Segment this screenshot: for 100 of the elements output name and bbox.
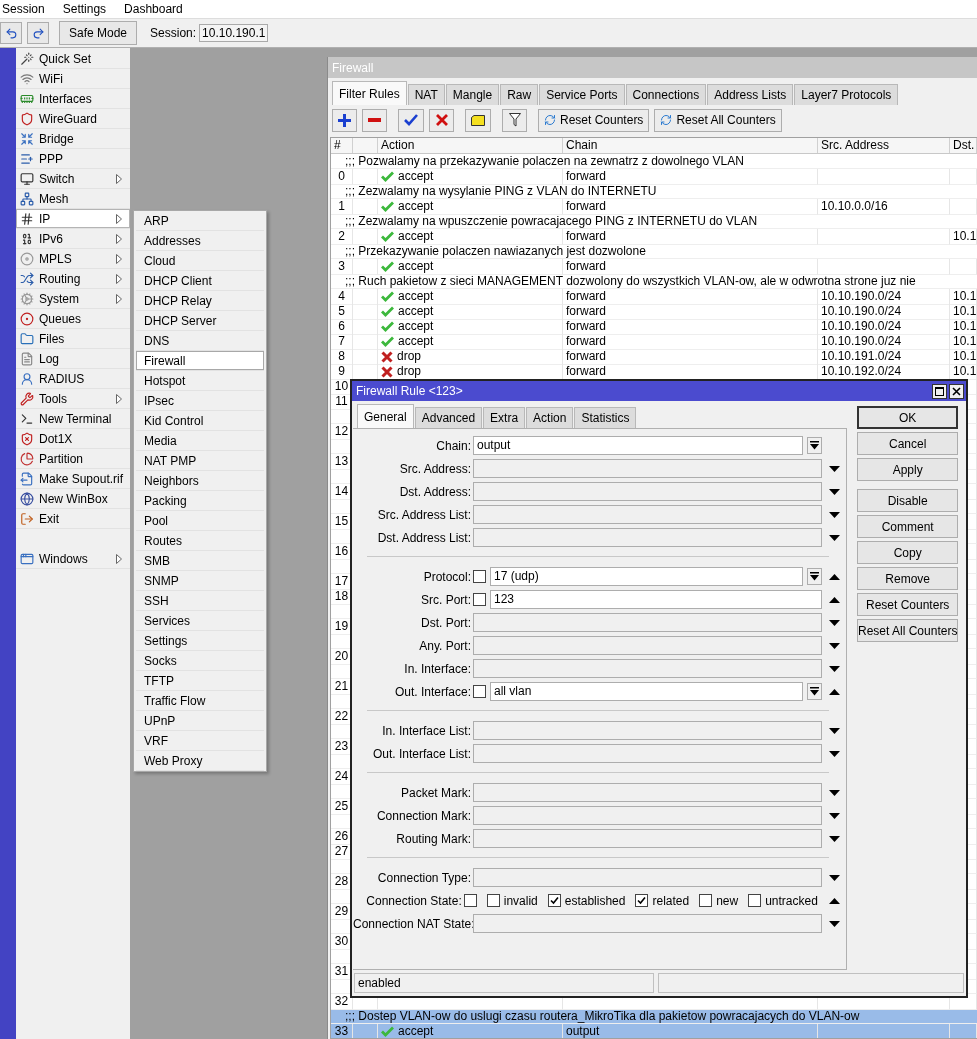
- tab[interactable]: Connections: [625, 84, 707, 105]
- sidebar-item[interactable]: Windows: [16, 549, 130, 569]
- submenu-item[interactable]: IPsec: [136, 391, 264, 411]
- tab[interactable]: Action: [526, 407, 574, 428]
- input-field[interactable]: [473, 806, 822, 825]
- dropdown-arrow-icon[interactable]: [828, 835, 840, 842]
- close-button[interactable]: [949, 383, 964, 399]
- dropdown-arrow-icon[interactable]: [828, 642, 840, 649]
- input-field[interactable]: 123: [490, 590, 822, 609]
- submenu-item[interactable]: SNMP: [136, 571, 264, 591]
- disable-button[interactable]: [429, 108, 454, 132]
- input-field[interactable]: [473, 636, 822, 655]
- session-field[interactable]: 10.10.190.1: [199, 24, 269, 42]
- dropdown-arrow-icon[interactable]: [828, 619, 840, 626]
- submenu-item[interactable]: NAT PMP: [136, 451, 264, 471]
- submenu-item[interactable]: Traffic Flow: [136, 691, 264, 711]
- maximize-button[interactable]: [932, 383, 947, 399]
- submenu-item[interactable]: Settings: [136, 631, 264, 651]
- dialog-button[interactable]: Reset Counters: [857, 593, 959, 616]
- table-row[interactable]: 3 accept forward: [331, 259, 977, 274]
- checkbox[interactable]: [473, 593, 486, 606]
- dropdown-arrow-icon[interactable]: [828, 665, 840, 672]
- submenu-item[interactable]: Media: [136, 431, 264, 451]
- submenu-item[interactable]: Kid Control: [136, 411, 264, 431]
- input-field[interactable]: [473, 914, 822, 933]
- dropdown-arrow-icon[interactable]: [828, 920, 840, 927]
- collapse-arrow-icon[interactable]: [829, 897, 841, 904]
- submenu-item[interactable]: Socks: [136, 651, 264, 671]
- dropdown-arrow-icon[interactable]: [828, 727, 840, 734]
- submenu-item[interactable]: SMB: [136, 551, 264, 571]
- sidebar-item[interactable]: IP: [16, 209, 130, 229]
- dialog-button[interactable]: OK: [857, 406, 959, 429]
- input-field[interactable]: [473, 783, 822, 802]
- input-field[interactable]: [473, 482, 822, 501]
- column-header[interactable]: Action: [378, 138, 563, 153]
- tab[interactable]: Raw: [500, 84, 539, 105]
- table-row[interactable]: 4 accept forward 10.10.190.0/24 10.1: [331, 289, 977, 304]
- tab[interactable]: Extra: [483, 407, 526, 428]
- checkbox[interactable]: [463, 894, 477, 907]
- sidebar-item[interactable]: Tools: [16, 389, 130, 409]
- dialog-button[interactable]: Cancel: [857, 432, 959, 455]
- dialog-button[interactable]: Disable: [857, 489, 959, 512]
- submenu-item[interactable]: Services: [136, 611, 264, 631]
- submenu-item[interactable]: Firewall: [136, 351, 264, 371]
- tab[interactable]: Statistics: [574, 407, 637, 428]
- enable-button[interactable]: [398, 108, 424, 132]
- submenu-item[interactable]: SSH: [136, 591, 264, 611]
- tab[interactable]: Filter Rules: [332, 81, 407, 105]
- checkbox[interactable]: [635, 894, 649, 907]
- input-field[interactable]: [473, 721, 822, 740]
- submenu-item[interactable]: DHCP Relay: [136, 291, 264, 311]
- sidebar-item[interactable]: System: [16, 289, 130, 309]
- input-field[interactable]: [473, 868, 822, 887]
- menu-item[interactable]: Dashboard: [122, 2, 185, 16]
- dialog-button[interactable]: Copy: [857, 541, 959, 564]
- sidebar-item[interactable]: New WinBox: [16, 489, 130, 509]
- dialog-button[interactable]: Reset All Counters: [857, 619, 959, 642]
- submenu-item[interactable]: DHCP Client: [136, 271, 264, 291]
- submenu-item[interactable]: TFTP: [136, 671, 264, 691]
- checkbox[interactable]: [699, 894, 713, 907]
- column-header[interactable]: #: [331, 138, 353, 153]
- input-field[interactable]: output: [473, 436, 803, 455]
- input-field[interactable]: [473, 505, 822, 524]
- checkbox[interactable]: [486, 894, 500, 907]
- dropdown-arrow-icon[interactable]: [828, 750, 840, 757]
- safe-mode-button[interactable]: Safe Mode: [59, 21, 138, 45]
- comment-button[interactable]: [465, 108, 491, 132]
- add-button[interactable]: [332, 108, 357, 132]
- dialog-button[interactable]: Apply: [857, 458, 959, 481]
- filter-button[interactable]: [502, 108, 527, 132]
- remove-button[interactable]: [362, 108, 387, 132]
- tab[interactable]: General: [357, 404, 414, 428]
- submenu-item[interactable]: VRF: [136, 731, 264, 751]
- submenu-item[interactable]: UPnP: [136, 711, 264, 731]
- dropdown-arrow-icon[interactable]: [828, 488, 840, 495]
- checkbox[interactable]: [547, 894, 561, 907]
- input-field[interactable]: [473, 744, 822, 763]
- tab[interactable]: Mangle: [445, 84, 500, 105]
- submenu-item[interactable]: Routes: [136, 531, 264, 551]
- dialog-button[interactable]: Remove: [857, 567, 959, 590]
- input-field[interactable]: [473, 459, 822, 478]
- tab[interactable]: Advanced: [414, 407, 483, 428]
- submenu-item[interactable]: Web Proxy: [136, 751, 264, 771]
- dropdown-button[interactable]: [807, 568, 822, 585]
- comment-row[interactable]: ;;; Pozwalamy na przekazywanie polaczen na zewnatrz z dowolnego VLAN: [331, 154, 977, 169]
- redo-button[interactable]: [27, 22, 49, 44]
- table-row[interactable]: 1 accept forward 10.10.0.0/16: [331, 199, 977, 214]
- dropdown-button[interactable]: [807, 683, 822, 700]
- dropdown-arrow-icon[interactable]: [828, 874, 840, 881]
- table-row[interactable]: 33 accept output: [331, 1024, 977, 1038]
- reset-button[interactable]: Reset All Counters: [654, 108, 782, 132]
- tab[interactable]: Layer7 Protocols: [794, 84, 899, 105]
- submenu-item[interactable]: ARP: [136, 211, 264, 231]
- dialog-button[interactable]: Comment: [857, 515, 959, 538]
- input-field[interactable]: all vlan: [490, 682, 803, 701]
- collapse-arrow-icon[interactable]: [828, 573, 840, 580]
- checkbox[interactable]: [473, 570, 486, 583]
- input-field[interactable]: [473, 829, 822, 848]
- input-field[interactable]: 17 (udp): [490, 567, 803, 586]
- menu-item[interactable]: Settings: [60, 2, 109, 16]
